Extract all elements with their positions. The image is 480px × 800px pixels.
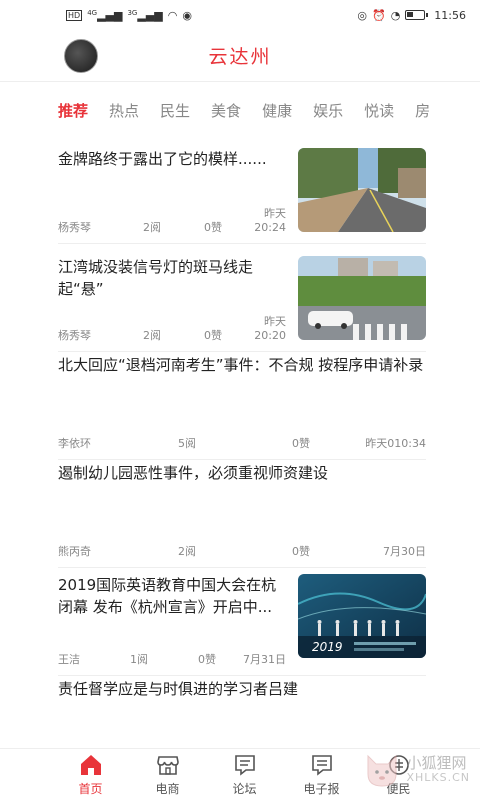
nav-forum-label: 论坛: [232, 781, 257, 796]
forum-icon: [234, 754, 255, 776]
eye-icon: ◎: [357, 8, 367, 22]
category-tabs: 推荐 热点 民生 美食 健康 娱乐 悦读 房: [0, 94, 480, 126]
globe-icon: ◉: [182, 8, 192, 22]
item-time: 昨天010:34: [365, 437, 426, 450]
item-reads: 2阅: [178, 545, 196, 558]
item-likes: 0赞: [204, 329, 222, 342]
fox-logo-icon: [367, 754, 397, 787]
road-photo: [298, 148, 426, 232]
list-item[interactable]: 遏制幼儿园恶性事件，必须重视师资建设 熊丙奇 2阅 0赞 7月30日: [58, 460, 426, 568]
item-time: 昨天 20:24: [254, 207, 286, 234]
item-author: 杨秀琴: [58, 221, 91, 234]
item-meta: 熊丙奇 2阅 0赞 7月30日: [58, 545, 426, 559]
item-meta: 李依环 5阅 0赞 昨天010:34: [58, 437, 426, 451]
list-item[interactable]: 金牌路终于露出了它的模样...... 杨秀琴 2阅 0赞 昨天 20:24: [58, 136, 426, 244]
hd-badge: HD: [66, 9, 83, 21]
tab-reading[interactable]: 悦读: [364, 100, 394, 121]
item-title: 金牌路终于露出了它的模样......: [58, 150, 267, 168]
status-bar: HD 4G▂▄▆ 3G▂▄▆ ◠ ◉ ◎ ⏰ ◔ 11:56: [0, 0, 480, 30]
crosswalk-photo-image: [298, 256, 426, 340]
item-author: 李依环: [58, 437, 91, 450]
nav-newspaper[interactable]: 电子报: [283, 749, 360, 800]
item-reads: 2阅: [143, 221, 161, 234]
list-item[interactable]: 江湾城没装信号灯的斑马线走起“悬” 杨秀琴 2阅 0赞 昨天 20:20: [58, 244, 426, 352]
watermark-subtext: XHLKS.CN: [406, 771, 470, 784]
alarm-icon: ⏰: [371, 8, 386, 22]
watermark-text-group: 小狐狸网 XHLKS.CN: [406, 754, 470, 785]
nav-home-label: 首页: [78, 781, 103, 796]
list-item[interactable]: 责任督学应是与时俱进的学习者吕建: [58, 676, 426, 736]
nav-shop-label: 电商: [155, 781, 180, 796]
conference-year: 2019: [312, 640, 343, 654]
battery-icon: [405, 10, 429, 20]
item-reads: 5阅: [178, 437, 196, 450]
crosswalk-photo: [298, 256, 426, 340]
nav-forum[interactable]: 论坛: [206, 749, 283, 800]
item-meta: 王洁 1阅 0赞 7月31日: [58, 653, 286, 667]
watermark-text: 小狐狸网: [406, 754, 467, 772]
tab-hot[interactable]: 热点: [109, 100, 139, 121]
status-left: HD 4G▂▄▆ 3G▂▄▆ ◠ ◉: [66, 9, 192, 22]
item-time: 7月30日: [383, 545, 426, 558]
tab-entertainment[interactable]: 娱乐: [313, 100, 343, 121]
signal-3g-label: 3G: [127, 8, 138, 17]
status-right: ◎ ⏰ ◔ 11:56: [357, 9, 466, 22]
newspaper-icon: [311, 754, 332, 776]
item-meta: 杨秀琴 2阅 0赞 昨天 20:24: [58, 207, 286, 235]
item-reads: 2阅: [143, 329, 161, 342]
item-title: 江湾城没装信号灯的斑马线走起“悬”: [58, 258, 254, 298]
list-item[interactable]: 2019国际英语教育中国大会在杭闭幕 发布《杭州宣言》开启中... 2019 王…: [58, 568, 426, 676]
tab-livelihood[interactable]: 民生: [160, 100, 190, 121]
wifi-icon: ◠: [167, 8, 178, 22]
item-likes: 0赞: [198, 653, 216, 666]
item-title: 2019国际英语教育中国大会在杭闭幕 发布《杭州宣言》开启中...: [58, 576, 277, 616]
item-likes: 0赞: [204, 221, 222, 234]
tab-recommend[interactable]: 推荐: [58, 100, 88, 121]
status-time: 11:56: [434, 8, 466, 22]
list-item[interactable]: 北大回应“退档河南考生”事件：不合规 按程序申请补录 李依环 5阅 0赞 昨天0…: [58, 352, 426, 460]
signal-4g-icon: 4G▂▄▆: [87, 8, 123, 22]
item-author: 杨秀琴: [58, 329, 91, 342]
item-meta: 杨秀琴 2阅 0赞 昨天 20:20: [58, 315, 286, 343]
item-likes: 0赞: [292, 437, 310, 450]
nav-home[interactable]: 首页: [52, 749, 129, 800]
tab-health[interactable]: 健康: [262, 100, 292, 121]
home-icon: [80, 754, 101, 775]
item-title: 遏制幼儿园恶性事件，必须重视师资建设: [58, 464, 329, 482]
road-photo-image: [298, 148, 426, 232]
conference-photo: 2019: [298, 574, 426, 658]
conference-photo-image: 2019: [298, 574, 426, 658]
news-feed: 金牌路终于露出了它的模样...... 杨秀琴 2阅 0赞 昨天 20:24 江湾…: [58, 136, 426, 736]
speed-icon: ◔: [390, 8, 401, 22]
avatar[interactable]: [64, 39, 98, 73]
site-watermark: 小狐狸网 XHLKS.CN: [362, 750, 470, 790]
item-reads: 1阅: [130, 653, 148, 666]
item-title: 北大回应“退档河南考生”事件：不合规 按程序申请补录: [58, 356, 424, 374]
app-title: 云达州: [208, 46, 272, 68]
app-header: 云达州: [0, 30, 480, 82]
tab-food[interactable]: 美食: [211, 100, 241, 121]
item-time: 昨天 20:20: [254, 315, 286, 342]
shop-icon: [156, 755, 179, 775]
item-author: 王洁: [58, 653, 80, 666]
nav-newspaper-label: 电子报: [303, 781, 340, 796]
item-likes: 0赞: [292, 545, 310, 558]
item-title: 责任督学应是与时俱进的学习者吕建: [58, 680, 299, 698]
signal-3g-icon: 3G▂▄▆: [127, 8, 163, 22]
item-author: 熊丙奇: [58, 545, 91, 558]
nav-shop[interactable]: 电商: [129, 749, 206, 800]
tab-housing[interactable]: 房: [415, 100, 430, 121]
item-time: 7月31日: [243, 653, 286, 666]
signal-4g-label: 4G: [87, 8, 98, 17]
